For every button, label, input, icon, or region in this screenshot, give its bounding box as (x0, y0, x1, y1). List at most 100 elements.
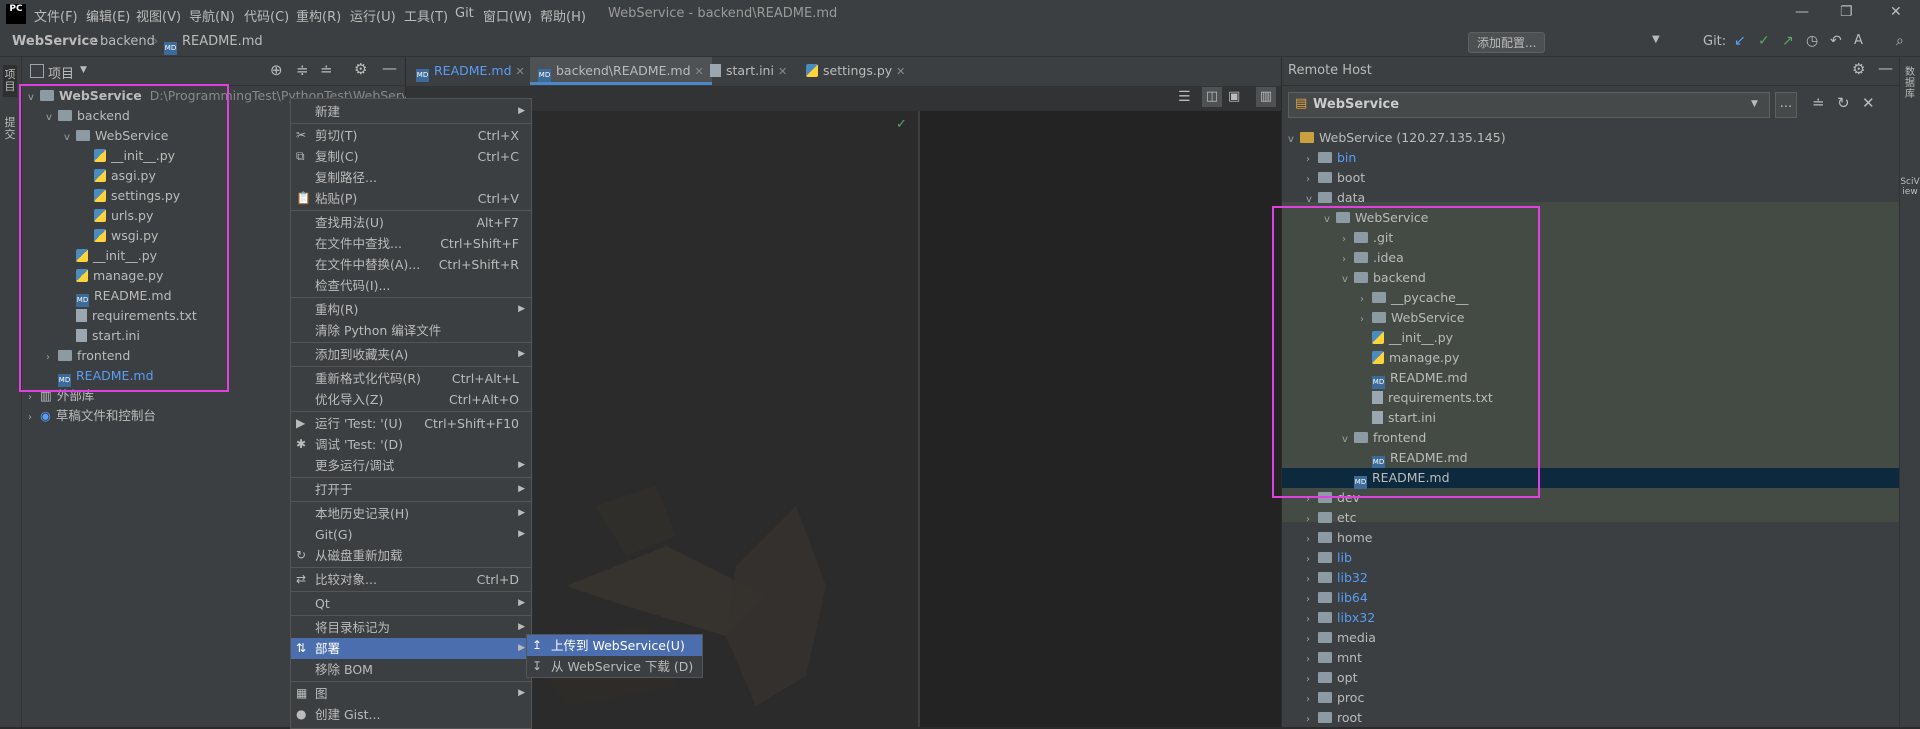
chevron-right-icon[interactable]: › (1306, 550, 1318, 570)
context-menu-item[interactable]: ⇅ 部署 ▶ (291, 638, 531, 659)
chevron-down-icon[interactable]: v (1324, 210, 1336, 230)
remote-tree-item[interactable]: › boot (1306, 168, 1365, 188)
context-menu-item[interactable]: Git(G) ▶ (291, 524, 531, 545)
chevron-right-icon[interactable]: › (1306, 590, 1318, 610)
git-update-icon[interactable]: ↙ (1734, 33, 1746, 49)
tab-readme-root[interactable]: MD README.md ✕ (408, 57, 533, 85)
menu-5[interactable]: 重构(R) (296, 6, 341, 25)
project-tree-item[interactable]: MD README.md (64, 286, 172, 307)
download-from-webservice-item[interactable]: ↧ 从 WebService 下载 (D) (527, 656, 702, 677)
menu-10[interactable]: 帮助(H) (540, 6, 586, 25)
project-tree-item[interactable]: urls.py (82, 206, 153, 226)
remote-tree-item[interactable]: MD README.md (1360, 368, 1468, 389)
remote-tree-item[interactable]: › home (1306, 528, 1372, 548)
context-menu-item[interactable]: 更多运行/调试 ▶ (291, 455, 531, 476)
menu-6[interactable]: 运行(U) (350, 6, 396, 25)
project-tree-item[interactable]: › ▥ 外部库 (28, 386, 94, 406)
hide-panel-icon[interactable]: — (1878, 59, 1893, 77)
breadcrumb-root[interactable]: WebService (12, 34, 98, 49)
project-tree-item[interactable]: __init__.py (82, 146, 175, 166)
chevron-right-icon[interactable]: › (1306, 610, 1318, 630)
browse-button[interactable]: ... (1775, 92, 1797, 118)
remote-tree-item[interactable]: › root (1306, 708, 1362, 727)
chevron-down-icon[interactable]: v (1288, 130, 1300, 150)
restore-icon[interactable]: ❐ (1840, 4, 1853, 20)
menu-4[interactable]: 代码(C) (244, 6, 289, 25)
context-menu-item[interactable]: 查找用法(U) Alt+F7 (291, 212, 531, 233)
chevron-right-icon[interactable]: › (1306, 510, 1318, 530)
chevron-right-icon[interactable]: › (1342, 250, 1354, 270)
rollback-icon[interactable]: ↶ (1830, 33, 1842, 49)
context-menu-item[interactable]: ↻ 从磁盘重新加载 (291, 545, 531, 566)
chevron-right-icon[interactable]: › (1306, 670, 1318, 690)
context-menu-item[interactable]: 📋 粘贴(P) Ctrl+V (291, 188, 531, 209)
layout-icon[interactable]: ▥ (1256, 87, 1276, 107)
add-configuration-button[interactable]: 添加配置... (1468, 32, 1546, 53)
collapse-all-icon[interactable]: ≐ (1812, 94, 1825, 112)
chevron-right-icon[interactable]: › (1306, 490, 1318, 510)
remote-tree-item[interactable]: › libx32 (1306, 608, 1375, 628)
context-menu-item[interactable]: 复制路径... (291, 167, 531, 188)
chevron-down-icon[interactable]: ▼ (80, 65, 87, 75)
database-tool-button[interactable]: 数据库 (1903, 67, 1917, 100)
project-tool-button[interactable]: 项目 (3, 65, 17, 97)
chevron-right-icon[interactable]: › (1306, 170, 1318, 190)
remote-tree-item[interactable]: MD README.md (1360, 448, 1468, 469)
context-menu-item[interactable]: 打开于 ▶ (291, 479, 531, 500)
context-menu-item[interactable]: 新建 ▶ (291, 101, 531, 122)
project-tree-item[interactable]: v backend (46, 106, 130, 126)
chevron-right-icon[interactable]: › (1360, 290, 1372, 310)
chevron-right-icon[interactable]: › (1360, 310, 1372, 330)
editor-area[interactable]: ☰ ◫ ▣ ▥ ✓ (406, 86, 1281, 727)
chevron-down-icon[interactable]: v (1306, 190, 1318, 210)
chevron-right-icon[interactable]: › (1306, 530, 1318, 550)
chevron-down-icon[interactable]: v (28, 88, 40, 108)
remote-tree-item[interactable]: › etc (1306, 508, 1356, 528)
chevron-right-icon[interactable]: › (1306, 710, 1318, 727)
preview-only-icon[interactable]: ▣ (1228, 89, 1240, 104)
context-menu-item[interactable]: 添加到收藏夹(A) ▶ (291, 344, 531, 365)
context-menu-item[interactable]: ✂ 剪切(T) Ctrl+X (291, 125, 531, 146)
locate-icon[interactable]: ⊕ (270, 61, 283, 79)
breadcrumb-backend[interactable]: backend (100, 34, 155, 49)
context-menu-item[interactable]: ● 创建 Gist... (291, 704, 531, 725)
project-tree-item[interactable]: › frontend (46, 346, 130, 366)
project-tree-item[interactable]: start.ini (64, 326, 140, 346)
remote-tree-item[interactable]: › WebService (1360, 308, 1464, 328)
remote-tree-item[interactable]: › media (1306, 628, 1376, 648)
remote-tree-item[interactable]: v frontend (1342, 428, 1426, 448)
chevron-down-icon[interactable]: v (46, 108, 58, 128)
remote-tree-item[interactable]: › lib64 (1306, 588, 1368, 608)
chevron-right-icon[interactable]: › (1306, 630, 1318, 650)
remote-tree-item[interactable]: › dev (1306, 488, 1360, 508)
refresh-icon[interactable]: ↻ (1837, 94, 1850, 112)
remote-tree-item[interactable]: › proc (1306, 688, 1364, 708)
gear-icon[interactable]: ⚙ (1852, 60, 1865, 78)
chevron-right-icon[interactable]: › (1306, 650, 1318, 670)
project-tree-item[interactable]: manage.py (64, 266, 163, 286)
close-icon[interactable]: ✕ (1890, 4, 1902, 20)
breadcrumb-file[interactable]: README.md (182, 34, 263, 49)
split-view-icon[interactable]: ◫ (1202, 87, 1222, 107)
remote-tree-item[interactable]: › bin (1306, 148, 1356, 168)
collapse-all-icon[interactable]: ≐ (320, 61, 333, 79)
tab-settings-py[interactable]: settings.py ✕ (798, 57, 913, 85)
menu-3[interactable]: 导航(N) (189, 6, 235, 25)
history-icon[interactable]: ◷ (1806, 33, 1818, 49)
chevron-right-icon[interactable]: › (28, 388, 40, 408)
project-tree-item[interactable]: › ◉ 草稿文件和控制台 (28, 406, 156, 426)
context-menu-item[interactable]: 重构(R) ▶ (291, 299, 531, 320)
project-tree-item[interactable]: settings.py (82, 186, 180, 206)
menu-9[interactable]: 窗口(W) (483, 6, 532, 25)
remote-tree-item[interactable]: › .git (1342, 228, 1393, 248)
expand-all-icon[interactable]: ≑ (296, 61, 309, 79)
chevron-down-icon[interactable]: v (64, 128, 76, 148)
dropdown-arrow-icon[interactable]: ▼ (1652, 34, 1660, 45)
context-menu-item[interactable]: ✱ 调试 'Test: '(D) (291, 434, 531, 455)
project-tree-item[interactable]: __init__.py (64, 246, 157, 266)
editor-only-icon[interactable]: ☰ (1178, 89, 1191, 105)
context-menu-item[interactable]: 移除 BOM (291, 659, 531, 680)
git-commit-icon[interactable]: ✓ (1758, 33, 1770, 49)
search-icon[interactable]: ⌕ (1896, 33, 1904, 49)
chevron-right-icon[interactable]: › (1306, 570, 1318, 590)
